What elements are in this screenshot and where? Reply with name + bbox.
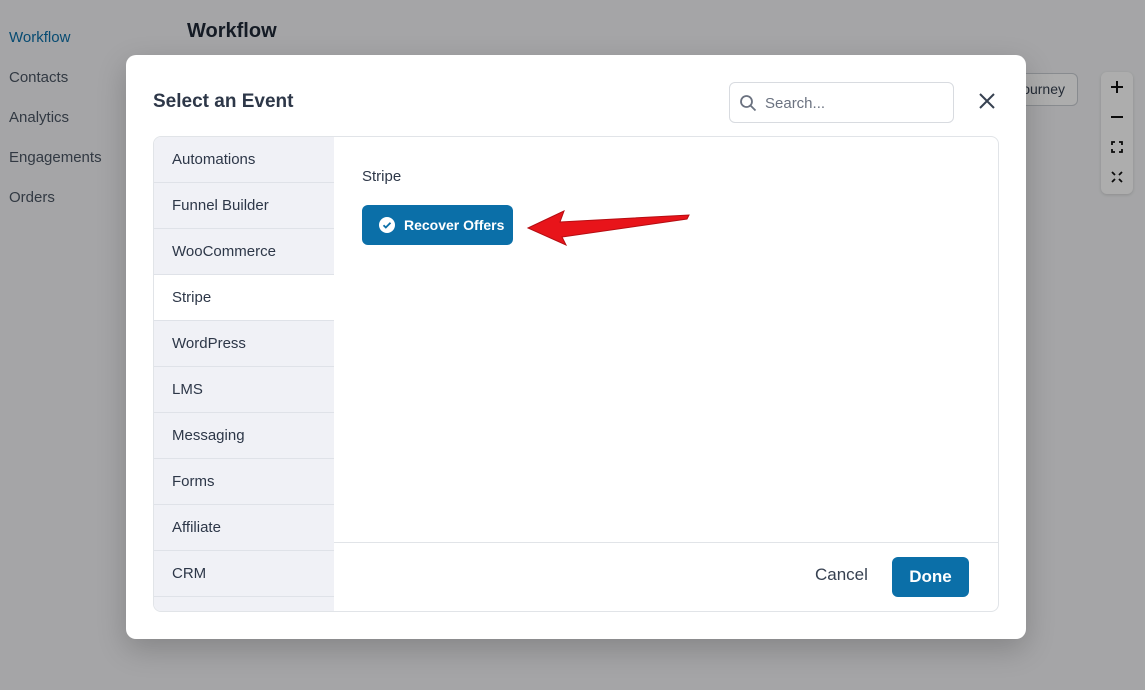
check-circle-icon [379,217,395,233]
cancel-button[interactable]: Cancel [815,565,868,585]
search-box [729,82,954,123]
category-funnel-builder[interactable]: Funnel Builder [154,183,334,229]
modal-title: Select an Event [153,91,294,112]
search-input[interactable] [763,91,947,115]
category-automations[interactable]: Automations [154,137,334,183]
category-woocommerce[interactable]: WooCommerce [154,229,334,275]
red-arrow-annotation-icon [526,210,690,247]
select-event-modal: Select an Event Automations Funnel Build… [126,55,1026,639]
category-wordpress[interactable]: WordPress [154,321,334,367]
category-list: Automations Funnel Builder WooCommerce S… [154,137,334,611]
close-button[interactable] [976,92,998,114]
event-panel: Automations Funnel Builder WooCommerce S… [153,136,999,612]
recover-offers-button[interactable]: Recover Offers [362,205,513,245]
category-stripe[interactable]: Stripe [154,275,334,321]
event-button-label: Recover Offers [404,217,505,233]
done-button[interactable]: Done [892,557,969,597]
category-forms[interactable]: Forms [154,459,334,505]
category-crm[interactable]: CRM [154,551,334,597]
modal-footer: Cancel Done [334,542,998,611]
search-icon [739,94,757,117]
close-icon [978,92,996,115]
category-messaging[interactable]: Messaging [154,413,334,459]
category-lms[interactable]: LMS [154,367,334,413]
event-content: Stripe Recover Offers [334,137,998,542]
section-label: Stripe [362,168,402,185]
category-affiliate[interactable]: Affiliate [154,505,334,551]
